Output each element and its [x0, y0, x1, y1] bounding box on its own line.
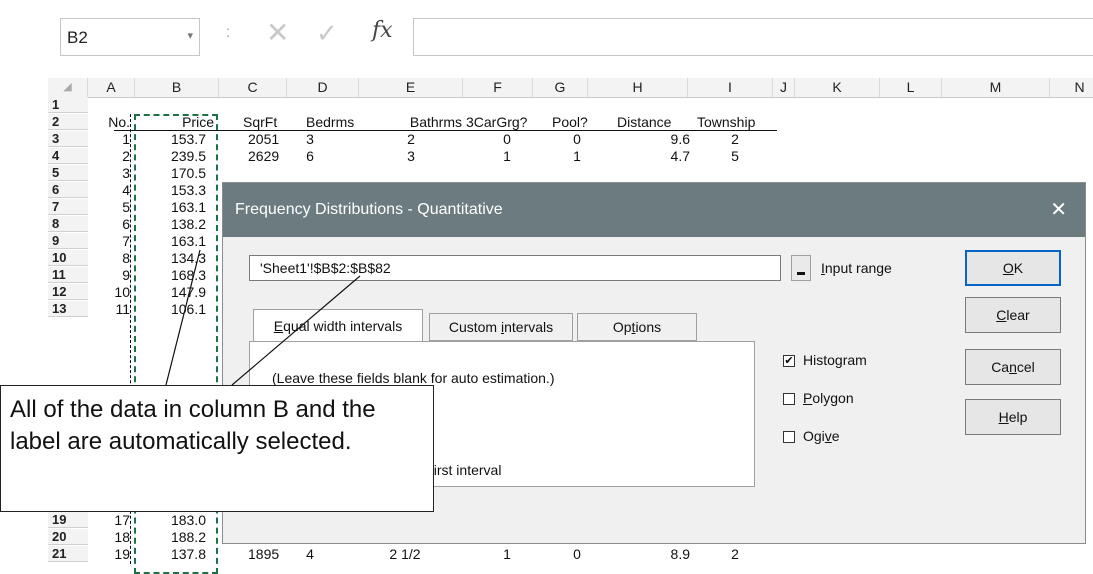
- pointer-line-column: [165, 249, 201, 386]
- callout-pointer-lines: [165, 249, 361, 386]
- pointer-line-range: [231, 275, 361, 386]
